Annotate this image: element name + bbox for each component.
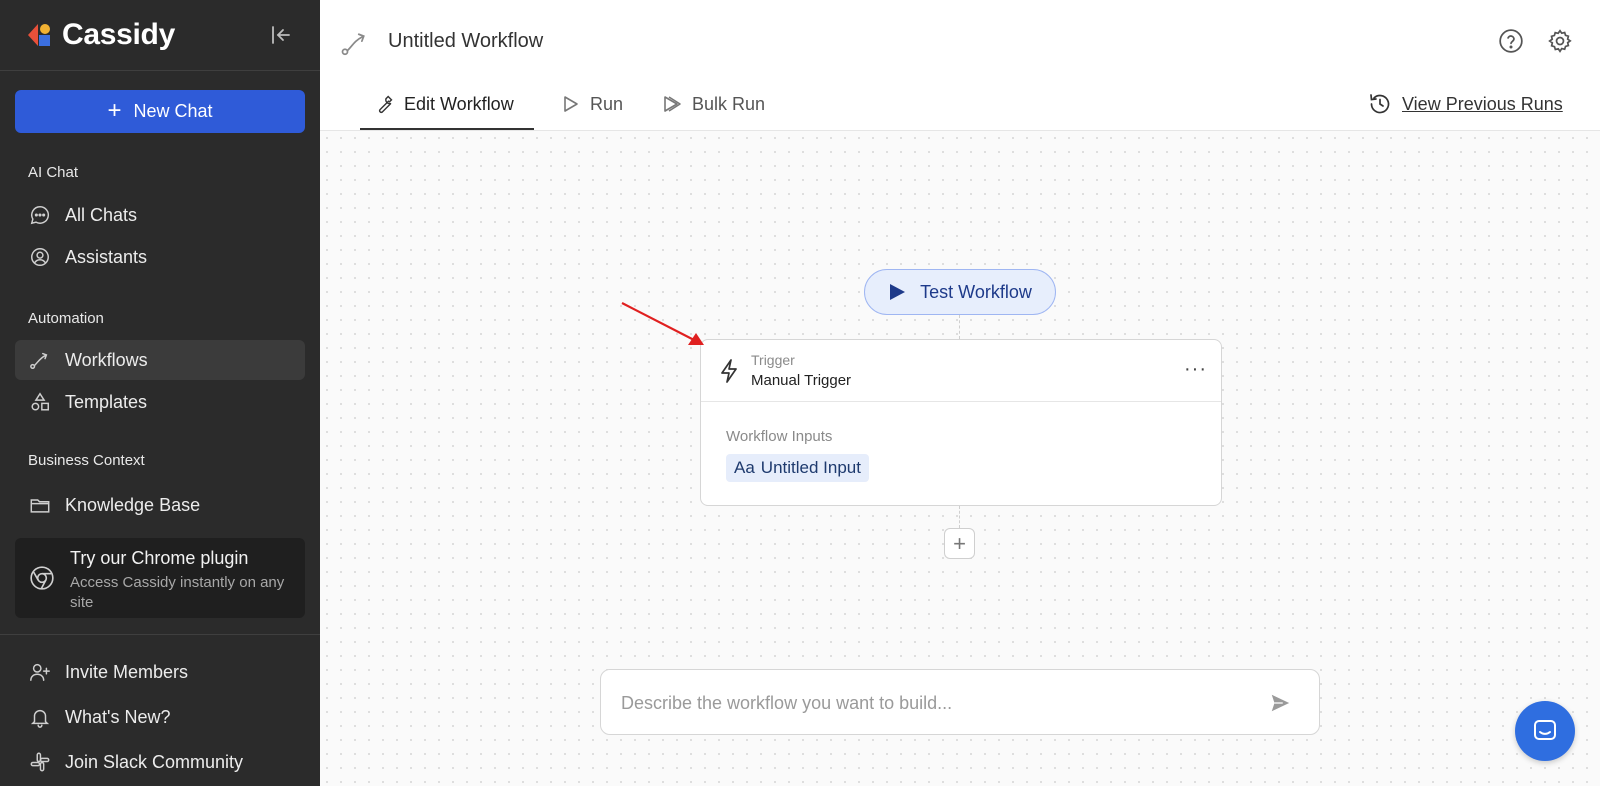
settings-button[interactable] [1547,28,1573,59]
chat-icon [1534,720,1556,740]
workflow-prompt-box [600,669,1320,735]
red-arrow-annotation [621,302,704,345]
chat-bubble-icon [30,206,50,225]
wrench-icon [378,95,393,114]
trigger-node-header[interactable]: Trigger Manual Trigger ··· [701,340,1221,402]
support-chat-button[interactable] [1515,701,1575,761]
sidebar-item-all-chats[interactable]: All Chats [15,195,305,235]
lightning-icon [721,359,737,383]
sidebar-divider [0,634,320,635]
plus-icon: + [107,96,122,124]
trigger-title: Manual Trigger [751,372,852,389]
view-previous-runs-label: View Previous Runs [1402,93,1563,114]
bell-icon [30,709,50,728]
sidebar-item-label: Assistants [65,246,148,267]
help-button[interactable] [1498,28,1524,59]
sidebar-item-invite-members[interactable]: Invite Members [15,652,305,692]
bulk-play-icon [664,96,681,112]
collapse-sidebar-button[interactable] [268,22,294,48]
sidebar-divider [0,70,320,71]
sidebar-item-workflows[interactable]: Workflows [15,340,305,380]
node-menu-button[interactable]: ··· [1184,358,1207,381]
connector-line [959,506,960,528]
send-button[interactable] [1269,692,1291,719]
trigger-node[interactable]: Trigger Manual Trigger ··· Workflow Inpu… [700,339,1222,506]
brand[interactable]: Cassidy [28,18,175,52]
user-circle-icon [31,248,49,266]
workflow-canvas[interactable]: Test Workflow Trigger Manual Trigger ···… [320,131,1600,786]
folder-icon [30,499,50,513]
chrome-card-title: Try our Chrome plugin [70,548,249,568]
page-title[interactable]: Untitled Workflow [388,30,543,53]
add-step-button[interactable]: + [944,528,975,559]
play-icon [890,284,906,300]
tab-edit-workflow[interactable]: Edit Workflow [360,92,534,130]
tab-label: Edit Workflow [404,94,514,114]
sidebar-item-join-slack[interactable]: Join Slack Community [15,742,305,782]
section-label-ai-chat: AI Chat [28,164,79,181]
brand-name: Cassidy [62,18,175,51]
shapes-icon [31,392,49,411]
sidebar-item-label: All Chats [65,204,138,225]
sidebar-item-label: Invite Members [65,661,189,682]
chrome-plugin-card[interactable]: Try our Chrome plugin Access Cassidy ins… [15,538,305,618]
tab-label: Run [590,94,624,114]
tab-bulk-run[interactable]: Bulk Run [662,92,765,130]
sidebar-item-label: Workflows [65,349,148,370]
user-plus-icon [30,663,50,681]
section-label-automation: Automation [28,310,104,327]
tab-run[interactable]: Run [562,92,623,130]
sidebar-item-label: Knowledge Base [65,494,201,515]
sidebar-item-label: Join Slack Community [65,751,244,772]
slack-icon [30,752,50,772]
chrome-card-description: Access Cassidy instantly on any site [70,574,285,611]
workflow-input-chip[interactable]: Aa Untitled Input [726,454,869,482]
help-icon [1499,29,1523,53]
workflow-icon [30,352,48,369]
history-icon [1370,94,1390,114]
send-icon [1271,694,1290,712]
main-area: Untitled Workflow Edit Workflow Run Bulk… [320,0,1600,786]
cassidy-logo-icon [28,24,50,46]
play-icon [564,96,578,112]
input-name: Untitled Input [760,458,861,477]
sidebar-item-label: Templates [65,391,148,412]
sidebar-item-knowledge-base[interactable]: Knowledge Base [15,485,305,525]
trigger-type-label: Trigger [751,352,795,368]
tab-label: Bulk Run [692,94,766,114]
collapse-icon [272,26,290,44]
view-previous-runs-link[interactable]: View Previous Runs [1368,92,1563,116]
chrome-icon [30,566,54,590]
new-chat-button[interactable]: + New Chat [15,90,305,133]
section-label-business-context: Business Context [28,452,145,469]
sidebar-item-templates[interactable]: Templates [15,382,305,422]
sidebar-item-assistants[interactable]: Assistants [15,237,305,277]
new-chat-label: New Chat [133,101,213,121]
workflow-prompt-input[interactable] [621,690,1241,716]
workflow-icon [341,33,365,56]
gear-icon [1548,29,1572,53]
test-workflow-button[interactable]: Test Workflow [864,269,1056,315]
test-workflow-label: Test Workflow [920,281,1032,302]
sidebar: Cassidy + New Chat AI Chat All Chats Ass… [0,0,320,786]
connector-line [959,315,960,339]
sidebar-item-label: What's New? [65,706,171,727]
sidebar-item-whats-new[interactable]: What's New? [15,697,305,737]
workflow-inputs-label: Workflow Inputs [726,428,833,445]
text-type-icon: Aa [734,458,755,477]
